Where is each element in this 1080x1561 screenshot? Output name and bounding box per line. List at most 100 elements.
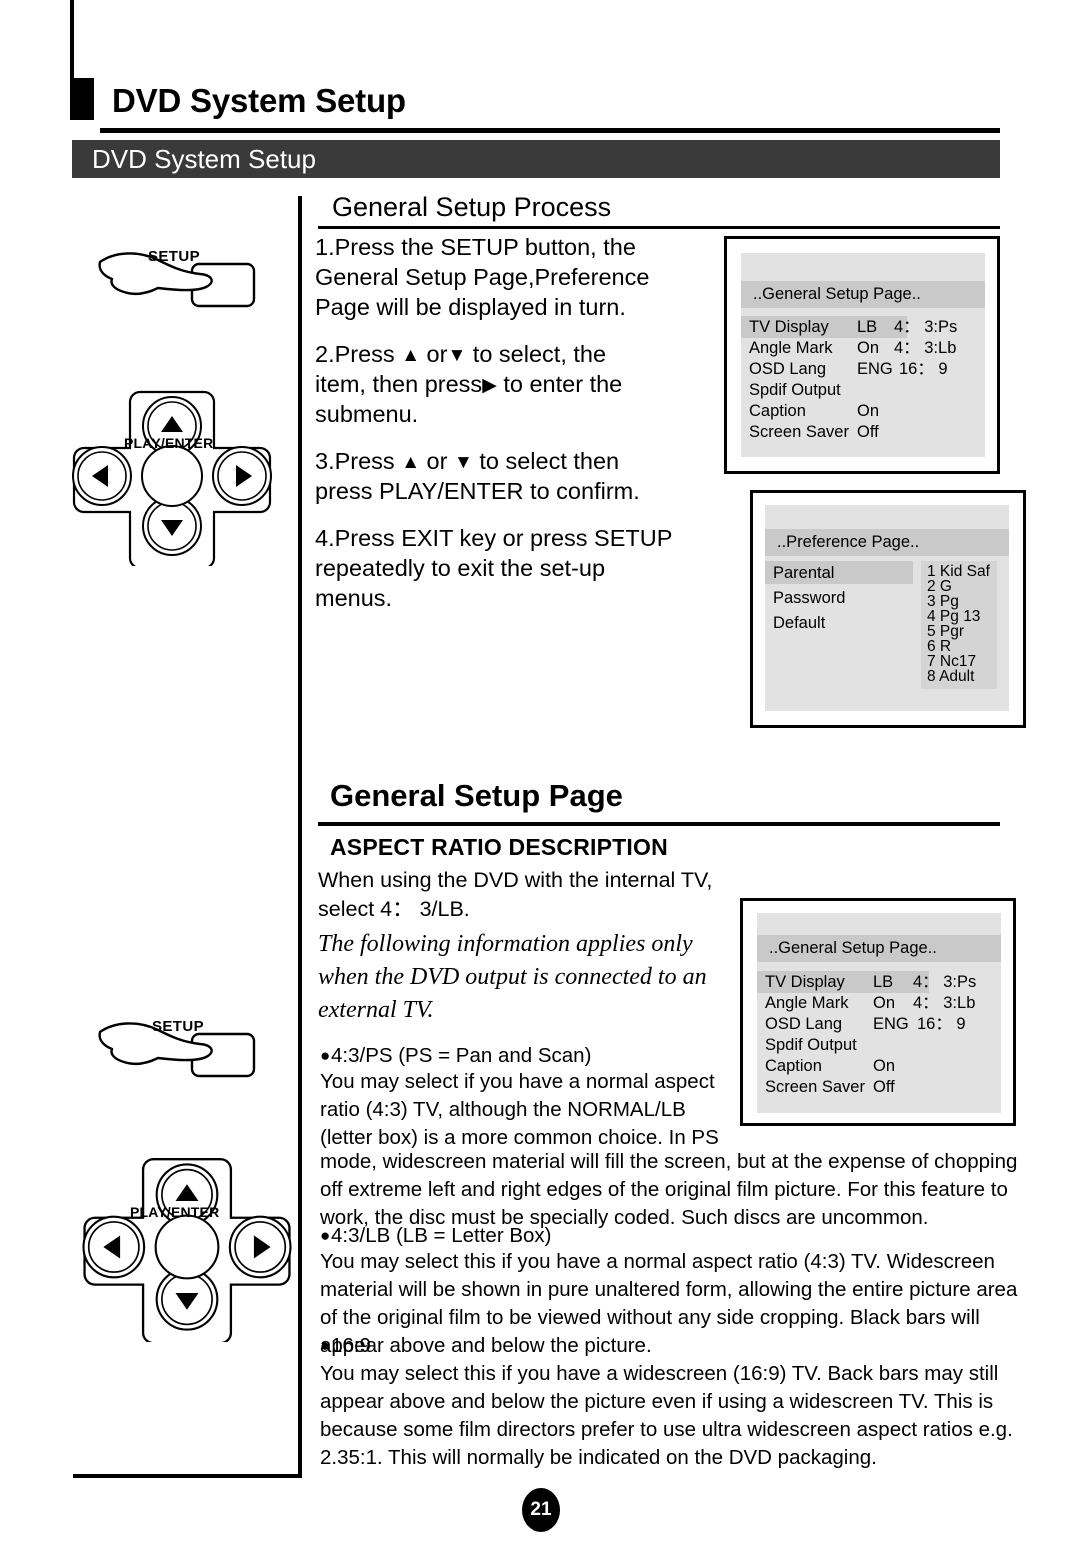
aspect-intro-text: When using the DVD with the internal TV,… — [318, 866, 738, 924]
setup-step-4-line-2: repeatedly to exit the set-up — [315, 555, 606, 581]
osd-row-value: Off — [873, 1078, 895, 1096]
osd-row-value: On — [873, 994, 896, 1012]
setup-step-4-line-1: 4.Press EXIT key or press SETUP — [315, 525, 673, 551]
up-arrow-icon: ▲ — [401, 452, 421, 473]
osd-rating-item: 8 Adult — [927, 668, 975, 685]
osd-row-label: Screen Saver — [749, 423, 849, 441]
osd-row-value: On — [873, 1057, 896, 1075]
section-title-bar: DVD System Setup — [72, 140, 1000, 178]
setup-step-1-line-1: 1.Press the SETUP button, the — [315, 234, 636, 260]
osd-row-default: Default — [773, 614, 826, 632]
osd-row-option: 4： 3:Ps — [894, 318, 958, 336]
ps-bullet-text: 4:3/PS (PS = Pan and Scan) — [331, 1044, 592, 1067]
bullet-icon: ● — [320, 1336, 331, 1355]
osd-row-value: On — [857, 402, 880, 420]
osd-row-value: ENG — [857, 360, 893, 378]
lb-bullet-text: 4:3/LB (LB = Letter Box) — [331, 1224, 552, 1247]
general-setup-process-rule — [318, 226, 1000, 229]
osd-row-label: Angle Mark — [765, 994, 849, 1012]
ps-paragraph-wide: mode, widescreen material will fill the … — [320, 1150, 1018, 1229]
osd-row-label: Angle Mark — [749, 339, 833, 357]
setup-step-3: 3.Press ▲ or ▼ to select then press PLAY… — [315, 446, 715, 506]
setup-step-2-line-1: 2.Press ▲ or▼ to select, the — [315, 339, 715, 369]
right-arrow-icon: ▶ — [482, 375, 497, 396]
setup-step-2: 2.Press ▲ or▼ to select, the item, then … — [315, 339, 715, 429]
general-setup-page-rule — [318, 822, 1000, 826]
setup-step-2-line-2a: item, then press — [315, 371, 483, 397]
osd-row-value: LB — [857, 318, 878, 336]
page-number: 21 — [522, 1488, 560, 1532]
setup-step-2-line-2: item, then press▶ to enter the — [315, 369, 715, 399]
ps-paragraph-narrow: You may select if you have a normal aspe… — [320, 1070, 719, 1149]
widescreen-bullet-heading: ●16:9 — [320, 1332, 371, 1360]
widescreen-bullet-text: 16:9 — [331, 1334, 371, 1357]
page-title: DVD System Setup — [112, 82, 406, 119]
setup-step-3-line-1: 3.Press ▲ or ▼ to select then — [315, 446, 715, 476]
osd-row-option: 4： 3:Lb — [894, 339, 957, 357]
osd-row-value: On — [857, 339, 880, 357]
setup-step-2-mid: to select, the — [472, 341, 607, 367]
osd-row-value: LB — [873, 973, 894, 991]
ps-bullet-heading: ●4:3/PS (PS = Pan and Scan) — [320, 1042, 591, 1070]
setup-step-2-prefix: 2.Press — [315, 341, 395, 367]
dpad-icon-top — [72, 390, 272, 570]
setup-steps-list: 1.Press the SETUP button, the General Se… — [315, 232, 715, 613]
setup-step-1: 1.Press the SETUP button, the General Se… — [315, 232, 715, 322]
osd-row-label: OSD Lang — [749, 360, 827, 378]
title-underline — [100, 128, 1000, 133]
osd-row-option: 4： 3:Lb — [913, 994, 976, 1012]
section-marker-block — [70, 78, 94, 120]
osd-title-2: ..General Setup Page.. — [757, 935, 1001, 962]
aspect-intro-line-2: select 4： 3/LB. — [318, 897, 470, 921]
bottom-border-rule — [73, 1474, 302, 1478]
setup-step-4-line-3: menus. — [315, 585, 393, 611]
up-arrow-icon: ▲ — [401, 345, 421, 366]
setup-step-2-or: or — [426, 341, 448, 367]
setup-step-2-line-2b: to enter the — [503, 371, 623, 397]
general-setup-page-heading: General Setup Page — [330, 778, 623, 813]
aspect-intro-line-1: When using the DVD with the internal TV, — [318, 868, 713, 892]
osd-row-label: OSD Lang — [765, 1015, 843, 1033]
setup-step-4: 4.Press EXIT key or press SETUP repeated… — [315, 523, 715, 613]
setup-step-3-prefix: 3.Press — [315, 448, 395, 474]
aspect-ratio-description-heading: ASPECT RATIO DESCRIPTION — [330, 834, 668, 860]
osd-screen-body-pref: ..Preference Page.. Parental Password De… — [765, 505, 1009, 711]
osd-screen-body-1: ..General Setup Page.. TV Display LB 4： … — [741, 253, 985, 457]
osd-title-pref: ..Preference Page.. — [765, 529, 1009, 556]
widescreen-paragraph: You may select this if you have a widesc… — [320, 1362, 1013, 1469]
dpad-illustration-bottom — [72, 1152, 302, 1347]
osd-row-label: Spdif Output — [765, 1036, 857, 1054]
section-title-bar-label: DVD System Setup — [92, 144, 316, 174]
down-arrow-icon: ▼ — [447, 345, 467, 366]
osd-row-label: TV Display — [749, 318, 829, 336]
setup-button-label-top: SETUP — [148, 248, 201, 265]
dpad-center-label-top: PLAY/ENTER — [124, 435, 214, 451]
setup-step-2-line-3: submenu. — [315, 401, 419, 427]
osd-row-label: Caption — [749, 402, 806, 420]
lb-bullet-heading: ●4:3/LB (LB = Letter Box) — [320, 1222, 552, 1250]
osd-preference-screen: ..Preference Page.. Parental Password De… — [750, 490, 1026, 728]
setup-step-1-line-3: Page will be displayed in turn. — [315, 294, 626, 320]
general-setup-process-heading: General Setup Process — [332, 192, 612, 222]
osd-row-option: 16： 9 — [899, 360, 948, 378]
osd-general-setup-screen-1: ..General Setup Page.. TV Display LB 4： … — [724, 236, 1000, 474]
osd-row-option: 16： 9 — [917, 1015, 966, 1033]
osd-row-password: Password — [773, 589, 846, 607]
setup-button-label-bottom: SETUP — [152, 1018, 205, 1035]
setup-step-3-or: or — [426, 448, 448, 474]
osd-title-1: ..General Setup Page.. — [741, 281, 985, 308]
manual-page: DVD System Setup DVD System Setup Genera… — [0, 0, 1080, 1561]
down-arrow-icon: ▼ — [453, 452, 473, 473]
external-tv-note: The following information applies only w… — [318, 931, 707, 1023]
lb-paragraph: You may select this if you have a normal… — [320, 1250, 1018, 1357]
osd-row-label: Caption — [765, 1057, 822, 1075]
osd-row-label: TV Display — [765, 973, 845, 991]
bullet-icon: ● — [320, 1046, 331, 1065]
osd-row-label: Spdif Output — [749, 381, 841, 399]
osd-row-value: Off — [857, 423, 879, 441]
dpad-center-label-bottom: PLAY/ENTER — [130, 1204, 220, 1220]
dpad-icon-bottom — [82, 1158, 292, 1345]
setup-step-1-line-2: General Setup Page,Preference — [315, 264, 650, 290]
setup-step-3-line-2: press PLAY/ENTER to confirm. — [315, 478, 640, 504]
bullet-icon: ● — [320, 1226, 331, 1245]
